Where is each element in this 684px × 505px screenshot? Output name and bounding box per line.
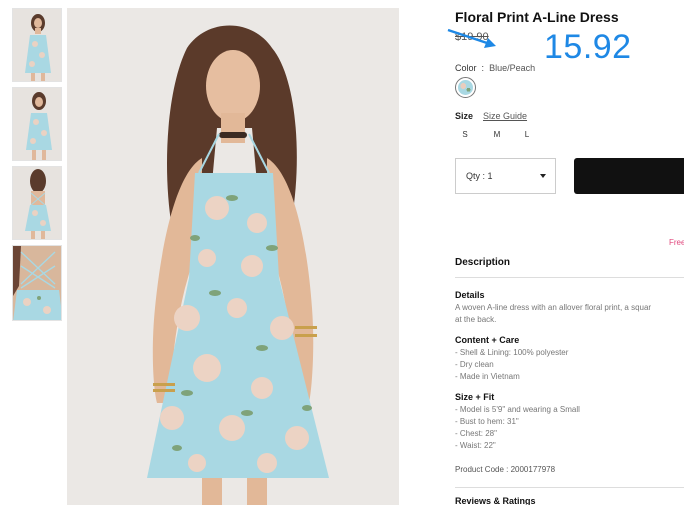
fit-line: - Chest: 28" [455,429,497,438]
quantity-select[interactable]: Qty : 1 [455,158,556,194]
divider [455,487,684,488]
chevron-down-icon [540,174,546,178]
color-label: Color : Blue/Peach [455,63,536,73]
sale-price: 15.92 [544,28,632,66]
color-swatch-blue-peach[interactable] [455,77,476,98]
size-guide-link[interactable]: Size Guide [483,111,527,121]
free-shipping-text: Free [669,238,684,247]
description-heading[interactable]: Description [455,257,510,268]
size-option-s[interactable]: S [458,130,472,139]
fit-line: - Bust to hem: 31" [455,417,519,426]
size-option-m[interactable]: M [490,130,504,139]
fit-line: - Model is 5'9" and wearing a Small [455,405,580,414]
details-line: at the back. [455,315,497,324]
divider [455,277,684,278]
color-value: Blue/Peach [489,63,536,73]
content-line: - Dry clean [455,360,494,369]
size-label: Size [455,111,474,121]
thumbnail-back-detail[interactable] [12,245,62,321]
thumbnail-back[interactable] [12,166,62,240]
main-product-image [67,8,399,505]
thumbnail-front[interactable] [12,8,62,82]
fit-line: - Waist: 22" [455,441,496,450]
size-option-l[interactable]: L [520,130,534,139]
content-line: - Made in Vietnam [455,372,520,381]
content-care-heading: Content + Care [455,335,520,345]
add-to-bag-button[interactable] [574,158,684,194]
product-title: Floral Print A-Line Dress [455,9,619,25]
details-line: A woven A-line dress with an allover flo… [455,303,652,312]
content-line: - Shell & Lining: 100% polyester [455,348,569,357]
product-code: Product Code : 2000177978 [455,465,556,474]
thumbnail-side[interactable] [12,87,62,161]
quantity-value: Qty : 1 [466,171,493,181]
size-fit-heading: Size + Fit [455,392,495,402]
annotation-arrow-icon [447,28,496,48]
reviews-heading[interactable]: Reviews & Ratings [455,496,536,505]
details-heading: Details [455,290,485,300]
